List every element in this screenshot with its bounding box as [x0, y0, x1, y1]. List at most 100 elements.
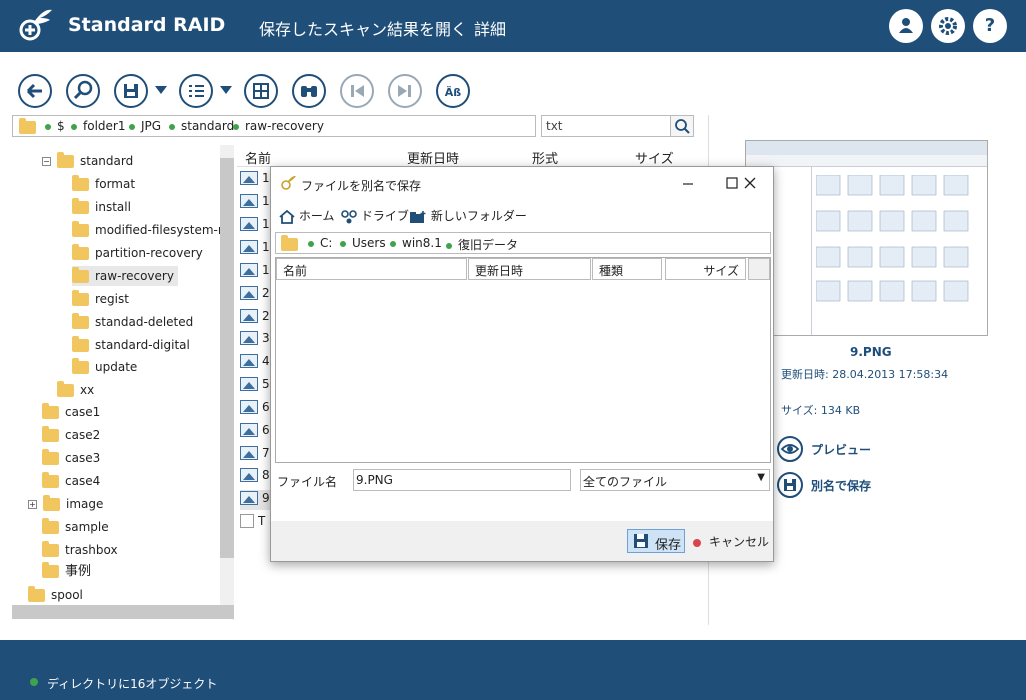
- dialog-column-size[interactable]: サイズ: [665, 258, 746, 280]
- checklist-icon: [189, 85, 204, 97]
- dialog-column-modified[interactable]: 更新日時: [468, 258, 591, 280]
- collapse-toggle[interactable]: −: [42, 157, 51, 166]
- image-file-icon: [240, 216, 258, 231]
- preview-button[interactable]: [777, 436, 803, 462]
- charset-button[interactable]: Äß: [436, 74, 470, 108]
- minimize-button[interactable]: [681, 173, 695, 197]
- tree-item-trashbox[interactable]: trashbox: [42, 540, 118, 560]
- search-submit-button[interactable]: [670, 115, 694, 137]
- dialog-column-name[interactable]: 名前: [276, 258, 467, 280]
- tree-item-partition-recovery[interactable]: partition-recovery: [72, 243, 203, 263]
- open-scan-menu[interactable]: 保存したスキャン結果を開く: [259, 16, 467, 40]
- dialog-path-bar[interactable]: C: Users win8.1 復旧データ: [275, 232, 771, 254]
- grid-view-button[interactable]: [244, 74, 278, 108]
- tree-item-case1[interactable]: case1: [42, 402, 100, 422]
- tree-item-regist[interactable]: regist: [72, 289, 129, 309]
- folder-icon: [72, 336, 89, 352]
- tree-item-jirei[interactable]: 事例: [42, 562, 91, 582]
- dialog-breadcrumb-users[interactable]: Users: [340, 236, 386, 250]
- column-modified[interactable]: 更新日時: [407, 148, 459, 167]
- breadcrumb-standard[interactable]: standard: [169, 119, 234, 133]
- user-button[interactable]: [889, 9, 923, 43]
- app-header: Standard RAID 保存したスキャン結果を開く 詳細 ?: [0, 0, 1026, 52]
- dialog-nav-drive[interactable]: ドライブ: [341, 207, 409, 224]
- cancel-button[interactable]: キャンセル: [693, 533, 769, 550]
- tree-item-standard[interactable]: − standard: [42, 151, 133, 171]
- dialog-breadcrumb-c[interactable]: C:: [308, 236, 332, 250]
- tree-item-format[interactable]: format: [72, 174, 135, 194]
- filetype-select[interactable]: 全てのファイル ▼: [580, 469, 770, 491]
- minimize-icon: [683, 183, 693, 185]
- dialog-logo-icon: [281, 175, 296, 190]
- image-file-icon: [240, 353, 258, 368]
- dialog-breadcrumb-win81[interactable]: win8.1: [390, 236, 442, 250]
- list-view-dropdown-caret[interactable]: [220, 86, 232, 94]
- list-view-button[interactable]: [179, 74, 213, 108]
- dialog-column-type[interactable]: 種類: [592, 258, 662, 280]
- filename-input[interactable]: 9.PNG: [353, 469, 571, 491]
- search-input[interactable]: txt: [541, 115, 671, 137]
- folder-icon: [42, 403, 59, 419]
- dialog-nav-new-folder[interactable]: 新しいフォルダー: [409, 207, 527, 224]
- tree-item-case4[interactable]: case4: [42, 471, 100, 491]
- dot-icon: [233, 123, 239, 130]
- back-button[interactable]: [18, 74, 52, 108]
- save-dropdown-caret[interactable]: [155, 86, 167, 94]
- tree-item-spool[interactable]: spool: [28, 585, 83, 605]
- dialog-file-table[interactable]: 名前 更新日時 種類 サイズ: [275, 257, 771, 463]
- column-size[interactable]: サイズ: [635, 148, 674, 167]
- breadcrumb-raw-recovery[interactable]: raw-recovery: [233, 119, 324, 133]
- tree-scroll-thumb[interactable]: [220, 158, 234, 558]
- save-toolbar-button[interactable]: [114, 74, 148, 108]
- previous-button[interactable]: [340, 74, 374, 108]
- details-menu[interactable]: 詳細: [474, 16, 506, 40]
- tree-item-modified-filesystem[interactable]: modified-filesystem-recov: [72, 220, 220, 240]
- thumbnail-titlebar: [746, 141, 987, 155]
- tree-item-case3[interactable]: case3: [42, 448, 100, 468]
- tree-item-standard-digital[interactable]: standard-digital: [72, 335, 190, 355]
- tree-item-update[interactable]: update: [72, 357, 137, 377]
- settings-button[interactable]: [931, 9, 965, 43]
- preview-label[interactable]: プレビュー: [811, 441, 871, 458]
- column-name[interactable]: 名前: [245, 148, 271, 167]
- image-file-icon: [240, 193, 258, 208]
- save-as-button[interactable]: [777, 472, 803, 498]
- dialog-nav-home[interactable]: ホーム: [279, 207, 334, 224]
- breadcrumb-folder1[interactable]: folder1: [71, 119, 125, 133]
- tree-item-case2[interactable]: case2: [42, 425, 100, 445]
- app-title: Standard RAID: [68, 14, 226, 36]
- gear-icon: [939, 17, 957, 35]
- expand-toggle[interactable]: +: [28, 500, 37, 509]
- tree-item-sample[interactable]: sample: [42, 517, 109, 537]
- floppy-icon: [634, 534, 648, 548]
- next-button[interactable]: [388, 74, 422, 108]
- breadcrumb-jpg[interactable]: JPG: [129, 119, 161, 133]
- column-type[interactable]: 形式: [532, 148, 558, 167]
- folder-icon: [42, 426, 59, 442]
- dialog-breadcrumb-recovery[interactable]: 復旧データ: [446, 236, 518, 253]
- close-button[interactable]: [743, 173, 757, 197]
- image-file-icon: [240, 490, 258, 505]
- path-bar[interactable]: $ folder1 JPG standard raw-recovery: [12, 115, 536, 137]
- tree-item-raw-recovery[interactable]: raw-recovery: [72, 266, 178, 286]
- breadcrumb-root[interactable]: $: [45, 119, 65, 133]
- tree-horizontal-scrollbar[interactable]: [12, 605, 234, 619]
- tree-item-image[interactable]: + image: [28, 494, 103, 514]
- save-as-label[interactable]: 別名で保存: [811, 477, 871, 494]
- logo-icon: [19, 9, 52, 41]
- folder-icon: [42, 541, 59, 557]
- tree-item-standad-deleted[interactable]: standad-deleted: [72, 312, 193, 332]
- help-button[interactable]: ?: [973, 9, 1007, 43]
- tree-item-xx[interactable]: xx: [57, 380, 94, 400]
- find-button[interactable]: [292, 74, 326, 108]
- text-encoding-icon: Äß: [445, 85, 462, 99]
- dot-icon: [71, 123, 77, 130]
- maximize-icon: [726, 177, 738, 189]
- maximize-button[interactable]: [725, 173, 739, 197]
- save-button[interactable]: 保存: [627, 529, 685, 553]
- image-file-icon: [240, 445, 258, 460]
- search-button[interactable]: [66, 74, 100, 108]
- chevron-down-icon: ▼: [757, 472, 765, 483]
- tree-item-install[interactable]: install: [72, 197, 131, 217]
- back-arrow-icon: [26, 83, 42, 99]
